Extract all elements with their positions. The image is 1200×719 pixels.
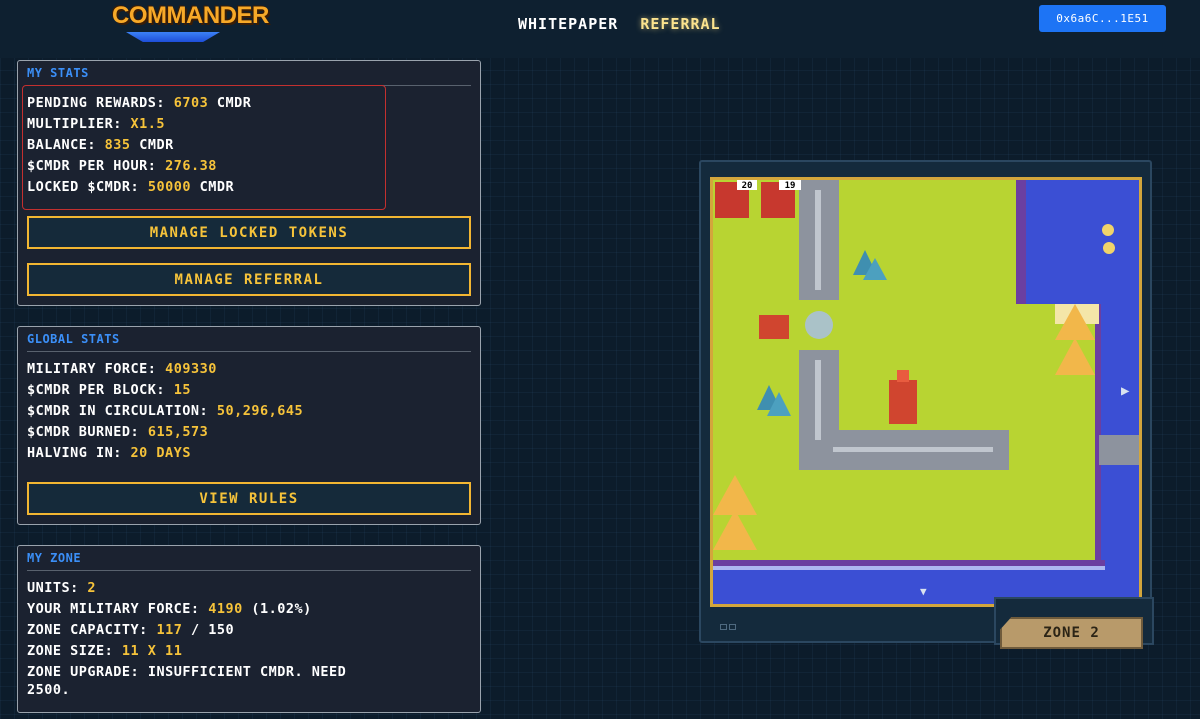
stat-value: 2 xyxy=(87,580,97,596)
stat-max: 150 xyxy=(208,622,235,638)
cmdr-per-hour-row: $CMDR PER HOUR: 276.38 xyxy=(27,158,217,174)
stat-value: 409330 xyxy=(165,361,217,377)
stat-value: 6703 xyxy=(173,95,209,111)
top-nav: WHITEPAPER REFERRAL xyxy=(518,15,733,33)
nav-whitepaper-link[interactable]: WHITEPAPER xyxy=(518,15,618,33)
panel-title: MY STATS xyxy=(27,66,471,86)
water-area xyxy=(1016,180,1139,304)
your-military-force-row: YOUR MILITARY FORCE: 4190 (1.02%) xyxy=(27,601,312,617)
commander-logo[interactable]: COMMANDER xyxy=(112,2,269,44)
stat-label: ZONE SIZE: xyxy=(27,643,114,659)
global-stats-panel: GLOBAL STATS MILITARY FORCE: 409330 $CMD… xyxy=(17,326,481,525)
balance-row: BALANCE: 835 CMDR xyxy=(27,137,174,153)
game-map-frame: 20 19 xyxy=(699,160,1152,643)
stat-label: BALANCE: xyxy=(27,137,97,153)
stat-value: INSUFFICIENT CMDR. NEED xyxy=(147,664,347,680)
bridge xyxy=(1099,435,1139,465)
top-header: COMMANDER WHITEPAPER REFERRAL 0x6a6C...1… xyxy=(0,0,1200,58)
stat-value: 835 xyxy=(104,137,131,153)
zone-upgrade-row-continued: 2500. xyxy=(27,682,70,698)
stat-unit: CMDR xyxy=(216,95,252,111)
unit-count-label: 19 xyxy=(785,181,796,191)
tower-icon xyxy=(889,380,917,424)
panel-title: MY ZONE xyxy=(27,551,471,571)
stat-unit: CMDR xyxy=(199,179,235,195)
stat-label: UNITS: xyxy=(27,580,79,596)
unit-count-label: 20 xyxy=(742,181,753,191)
map-indicator-icon xyxy=(720,624,727,630)
pending-rewards-row: PENDING REWARDS: 6703 CMDR xyxy=(27,95,251,111)
view-rules-button[interactable]: VIEW RULES xyxy=(27,482,471,515)
map-canvas: 20 19 xyxy=(713,180,1139,604)
cmdr-circulation-row: $CMDR IN CIRCULATION: 50,296,645 xyxy=(27,403,303,419)
stat-value: 50000 xyxy=(147,179,191,195)
cmdr-per-block-row: $CMDR PER BLOCK: 15 xyxy=(27,382,191,398)
stat-unit: CMDR xyxy=(139,137,174,153)
stat-label: $CMDR PER HOUR: xyxy=(27,158,157,174)
stat-label: YOUR MILITARY FORCE: xyxy=(27,601,200,617)
stat-value: X1.5 xyxy=(130,116,166,132)
stat-value: 4190 xyxy=(208,601,243,617)
map-indicator-icon xyxy=(729,624,736,630)
stat-label: $CMDR IN CIRCULATION: xyxy=(27,403,209,419)
scroll-right-arrow-icon[interactable]: ▶ xyxy=(1121,383,1129,399)
stat-value: 615,573 xyxy=(147,424,209,440)
stat-label: MILITARY FORCE: xyxy=(27,361,157,377)
cmdr-burned-row: $CMDR BURNED: 615,573 xyxy=(27,424,208,440)
stat-value: 276.38 xyxy=(165,158,217,174)
my-zone-panel: MY ZONE UNITS: 2 YOUR MILITARY FORCE: 41… xyxy=(17,545,481,713)
stat-label: PENDING REWARDS: xyxy=(27,95,166,111)
stat-label: $CMDR BURNED: xyxy=(27,424,140,440)
stat-extra: (1.02%) xyxy=(251,601,312,617)
stat-value: 50,296,645 xyxy=(216,403,304,419)
stat-value: 11 X 11 xyxy=(121,643,183,659)
zone-map[interactable]: 20 19 xyxy=(710,177,1142,607)
logo-wing-icon xyxy=(126,32,220,42)
panel-title: GLOBAL STATS xyxy=(27,332,471,352)
zone-size-row: ZONE SIZE: 11 X 11 xyxy=(27,643,182,659)
multiplier-row: MULTIPLIER: X1.5 xyxy=(27,116,165,132)
stat-label: MULTIPLIER: xyxy=(27,116,122,132)
units-row: UNITS: 2 xyxy=(27,580,96,596)
stat-label: ZONE CAPACITY: xyxy=(27,622,148,638)
zone-upgrade-row: ZONE UPGRADE: INSUFFICIENT CMDR. NEED xyxy=(27,664,346,680)
stat-value: 20 DAYS xyxy=(130,445,191,461)
zone-label-badge[interactable]: ZONE 2 xyxy=(1000,617,1143,649)
stat-label: $CMDR PER BLOCK: xyxy=(27,382,166,398)
logo-text: COMMANDER xyxy=(112,2,269,29)
stat-label: ZONE UPGRADE: xyxy=(27,664,140,680)
wallet-address-button[interactable]: 0x6a6C...1E51 xyxy=(1039,5,1166,32)
locked-cmdr-row: LOCKED $CMDR: 50000 CMDR xyxy=(27,179,234,195)
scroll-down-arrow-icon[interactable]: ▼ xyxy=(920,585,927,598)
tank-icon xyxy=(759,315,789,339)
stat-value: 117 xyxy=(156,622,183,638)
zone-capacity-row: ZONE CAPACITY: 117 / 150 xyxy=(27,622,234,638)
stat-value: 15 xyxy=(173,382,191,398)
stat-label: LOCKED $CMDR: xyxy=(27,179,140,195)
manage-locked-tokens-button[interactable]: MANAGE LOCKED TOKENS xyxy=(27,216,471,249)
my-stats-panel: MY STATS PENDING REWARDS: 6703 CMDR MULT… xyxy=(17,60,481,306)
manage-referral-button[interactable]: MANAGE REFERRAL xyxy=(27,263,471,296)
nav-referral-link[interactable]: REFERRAL xyxy=(640,15,720,33)
stat-label: HALVING IN: xyxy=(27,445,122,461)
halving-in-row: HALVING IN: 20 DAYS xyxy=(27,445,191,461)
stat-value: 2500. xyxy=(27,682,71,698)
stat-separator: / xyxy=(190,622,200,638)
military-force-row: MILITARY FORCE: 409330 xyxy=(27,361,217,377)
